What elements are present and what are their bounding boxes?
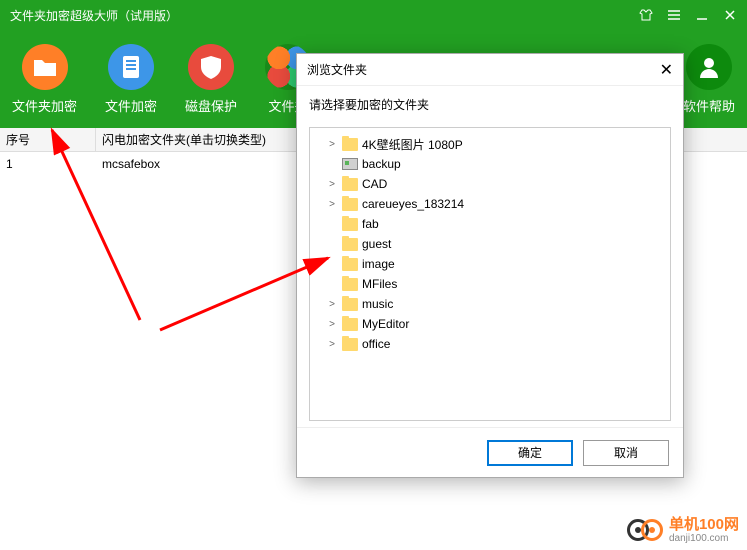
close-icon[interactable] <box>723 8 737 22</box>
tree-label: MyEditor <box>362 317 409 331</box>
folder-icon <box>342 298 358 311</box>
help-button[interactable]: 软件帮助 <box>683 44 735 115</box>
tree-item[interactable]: fab <box>310 214 670 234</box>
tree-label: office <box>362 337 390 351</box>
disk-protect-button[interactable]: 磁盘保护 <box>185 44 237 115</box>
tree-item[interactable]: > office <box>310 334 670 354</box>
folder-icon <box>342 318 358 331</box>
folder-icon <box>342 178 358 191</box>
tool-label: 软件帮助 <box>683 96 735 115</box>
shield-icon <box>188 44 234 90</box>
expand-icon[interactable]: > <box>326 319 338 330</box>
tree-item[interactable]: > music <box>310 294 670 314</box>
folder-tree[interactable]: >4K壁纸图片 1080P backup > CAD > careueyes_183214… <box>309 127 671 421</box>
tree-item[interactable]: backup <box>310 154 670 174</box>
folder-icon <box>342 198 358 211</box>
tree-label: MFiles <box>362 277 397 291</box>
app-title: 文件夹加密超级大师（试用版） <box>10 7 178 24</box>
folder-icon <box>342 218 358 231</box>
minimize-icon[interactable] <box>695 8 709 22</box>
watermark-cn: 单机100网 <box>669 517 739 534</box>
tree-item[interactable]: >4K壁纸图片 1080P <box>310 134 670 154</box>
tree-item[interactable]: image <box>310 254 670 274</box>
dialog-title: 浏览文件夹 <box>307 61 367 78</box>
expand-icon[interactable]: > <box>326 179 338 190</box>
tree-label: fab <box>362 217 379 231</box>
tree-label: backup <box>362 157 401 171</box>
menu-icon[interactable] <box>667 8 681 22</box>
tree-label: CAD <box>362 177 387 191</box>
expand-icon[interactable]: > <box>326 299 338 310</box>
titlebar: 文件夹加密超级大师（试用版） <box>0 0 747 30</box>
user-icon <box>686 44 732 90</box>
dialog-hint: 请选择要加密的文件夹 <box>297 86 683 121</box>
disk-icon <box>342 158 358 170</box>
watermark: 单机100网 danji100.com <box>627 517 739 545</box>
dialog-buttons: 确定 取消 <box>297 427 683 477</box>
folder-encrypt-button[interactable]: 文件夹加密 <box>12 44 77 115</box>
tree-label: guest <box>362 237 391 251</box>
tree-item[interactable]: MFiles <box>310 274 670 294</box>
folder-icon <box>22 44 68 90</box>
window-controls <box>639 8 737 22</box>
tree-label: music <box>362 297 393 311</box>
cell-seq: 1 <box>0 157 96 171</box>
cancel-button[interactable]: 取消 <box>583 440 669 466</box>
tree-label: 4K壁纸图片 1080P <box>362 136 463 153</box>
expand-icon[interactable]: > <box>326 199 338 210</box>
folder-icon <box>342 258 358 271</box>
expand-icon[interactable]: > <box>326 339 338 350</box>
folder-icon <box>342 238 358 251</box>
folder-icon <box>342 138 358 151</box>
watermark-logo-icon <box>627 519 663 541</box>
tree-label: image <box>362 257 395 271</box>
skin-icon[interactable] <box>639 8 653 22</box>
dialog-titlebar: 浏览文件夹 ✕ <box>297 54 683 86</box>
watermark-en: danji100.com <box>669 533 739 544</box>
tree-item[interactable]: > CAD <box>310 174 670 194</box>
file-icon <box>108 44 154 90</box>
folder-icon <box>342 278 358 291</box>
ok-button[interactable]: 确定 <box>487 440 573 466</box>
col-seq[interactable]: 序号 <box>0 128 96 151</box>
browse-folder-dialog: 浏览文件夹 ✕ 请选择要加密的文件夹 >4K壁纸图片 1080P backup > C… <box>296 53 684 478</box>
tool-label: 文件夹加密 <box>12 96 77 115</box>
folder-icon <box>342 338 358 351</box>
tree-label: careueyes_183214 <box>362 197 464 211</box>
tool-label: 磁盘保护 <box>185 96 237 115</box>
expand-icon[interactable]: > <box>326 139 338 150</box>
file-encrypt-button[interactable]: 文件加密 <box>105 44 157 115</box>
dialog-close-icon[interactable]: ✕ <box>660 60 673 80</box>
tree-item[interactable]: guest <box>310 234 670 254</box>
tool-label: 文件加密 <box>105 96 157 115</box>
tree-item[interactable]: > MyEditor <box>310 314 670 334</box>
tree-item[interactable]: > careueyes_183214 <box>310 194 670 214</box>
